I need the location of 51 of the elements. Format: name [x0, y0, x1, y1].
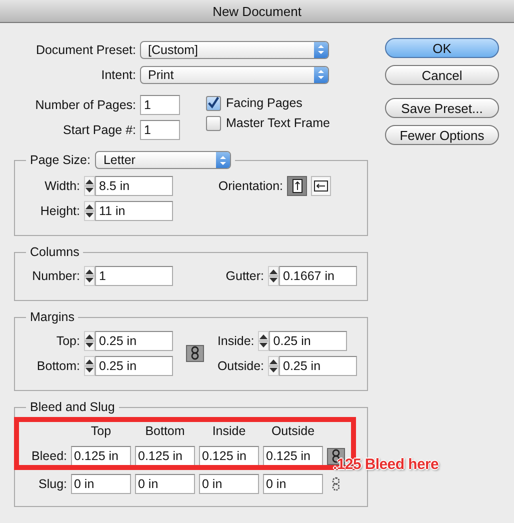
group-title: Page Size: [30, 153, 90, 167]
dialog-button[interactable]: Cancel [385, 65, 499, 85]
group-title: Bleed and Slug [30, 400, 115, 414]
input-field[interactable]: 11 in [95, 200, 173, 220]
field-label: Document Preset: [34, 42, 136, 56]
field-label: Start Page #: [62, 122, 136, 136]
input-field[interactable]: 1 [140, 120, 180, 140]
input-field[interactable]: 0.125 in [135, 446, 195, 466]
input-field[interactable]: 1 [140, 94, 180, 114]
dialog-button[interactable]: Fewer Options [385, 125, 499, 145]
field-label: Width: [44, 178, 80, 192]
field-label: Slug: [38, 477, 67, 491]
input-field[interactable]: 0 in [71, 474, 131, 494]
window-title: New Document [212, 4, 302, 18]
preset-dropdown[interactable]: [Custom] [140, 40, 329, 58]
field-label: Orientation: [218, 179, 283, 193]
field-label: Outside: [217, 358, 264, 372]
dialog-button[interactable]: Save Preset... [385, 98, 499, 118]
dialog-button[interactable]: OK [385, 38, 499, 58]
group-title: Columns [30, 245, 80, 259]
input-field[interactable]: 0 in [135, 474, 195, 494]
input-field[interactable]: 0.125 in [71, 446, 131, 466]
column-header: Bottom [144, 424, 186, 438]
input-field[interactable]: 0.1667 in [279, 266, 357, 286]
column-header: Outside [270, 424, 316, 438]
input-field[interactable]: 0.25 in [279, 356, 357, 376]
intent-dropdown[interactable]: Print [140, 66, 329, 84]
field-label: Number of Pages: [34, 98, 136, 112]
field-label: Inside: [217, 334, 254, 348]
input-field[interactable]: 0.125 in [199, 446, 259, 466]
field-label: Bottom: [36, 358, 80, 372]
input-field[interactable]: 0.25 in [95, 330, 173, 350]
input-field[interactable]: 8.5 in [95, 176, 173, 196]
input-field[interactable]: 0.125 in [263, 446, 323, 466]
input-field[interactable]: 0.25 in [269, 330, 348, 350]
field-label: Bleed: [30, 449, 67, 463]
field-label: Number: [31, 268, 80, 282]
field-label: Height: [39, 204, 80, 218]
input-field[interactable]: 0.25 in [95, 356, 173, 376]
input-field[interactable]: 0 in [199, 474, 259, 494]
column-header: Inside [211, 424, 247, 438]
page-size-dropdown[interactable]: Letter [95, 151, 232, 169]
checkbox-label: Facing Pages [226, 96, 302, 110]
field-label: Gutter: [226, 268, 264, 282]
field-label: Top: [55, 334, 80, 348]
input-field[interactable]: 1 [95, 266, 173, 286]
input-field[interactable]: 0 in [263, 474, 323, 494]
group-title: Margins [30, 310, 74, 324]
column-header: Top [90, 424, 112, 438]
field-label: Intent: [100, 68, 136, 82]
checkbox-label: Master Text Frame [226, 116, 330, 130]
